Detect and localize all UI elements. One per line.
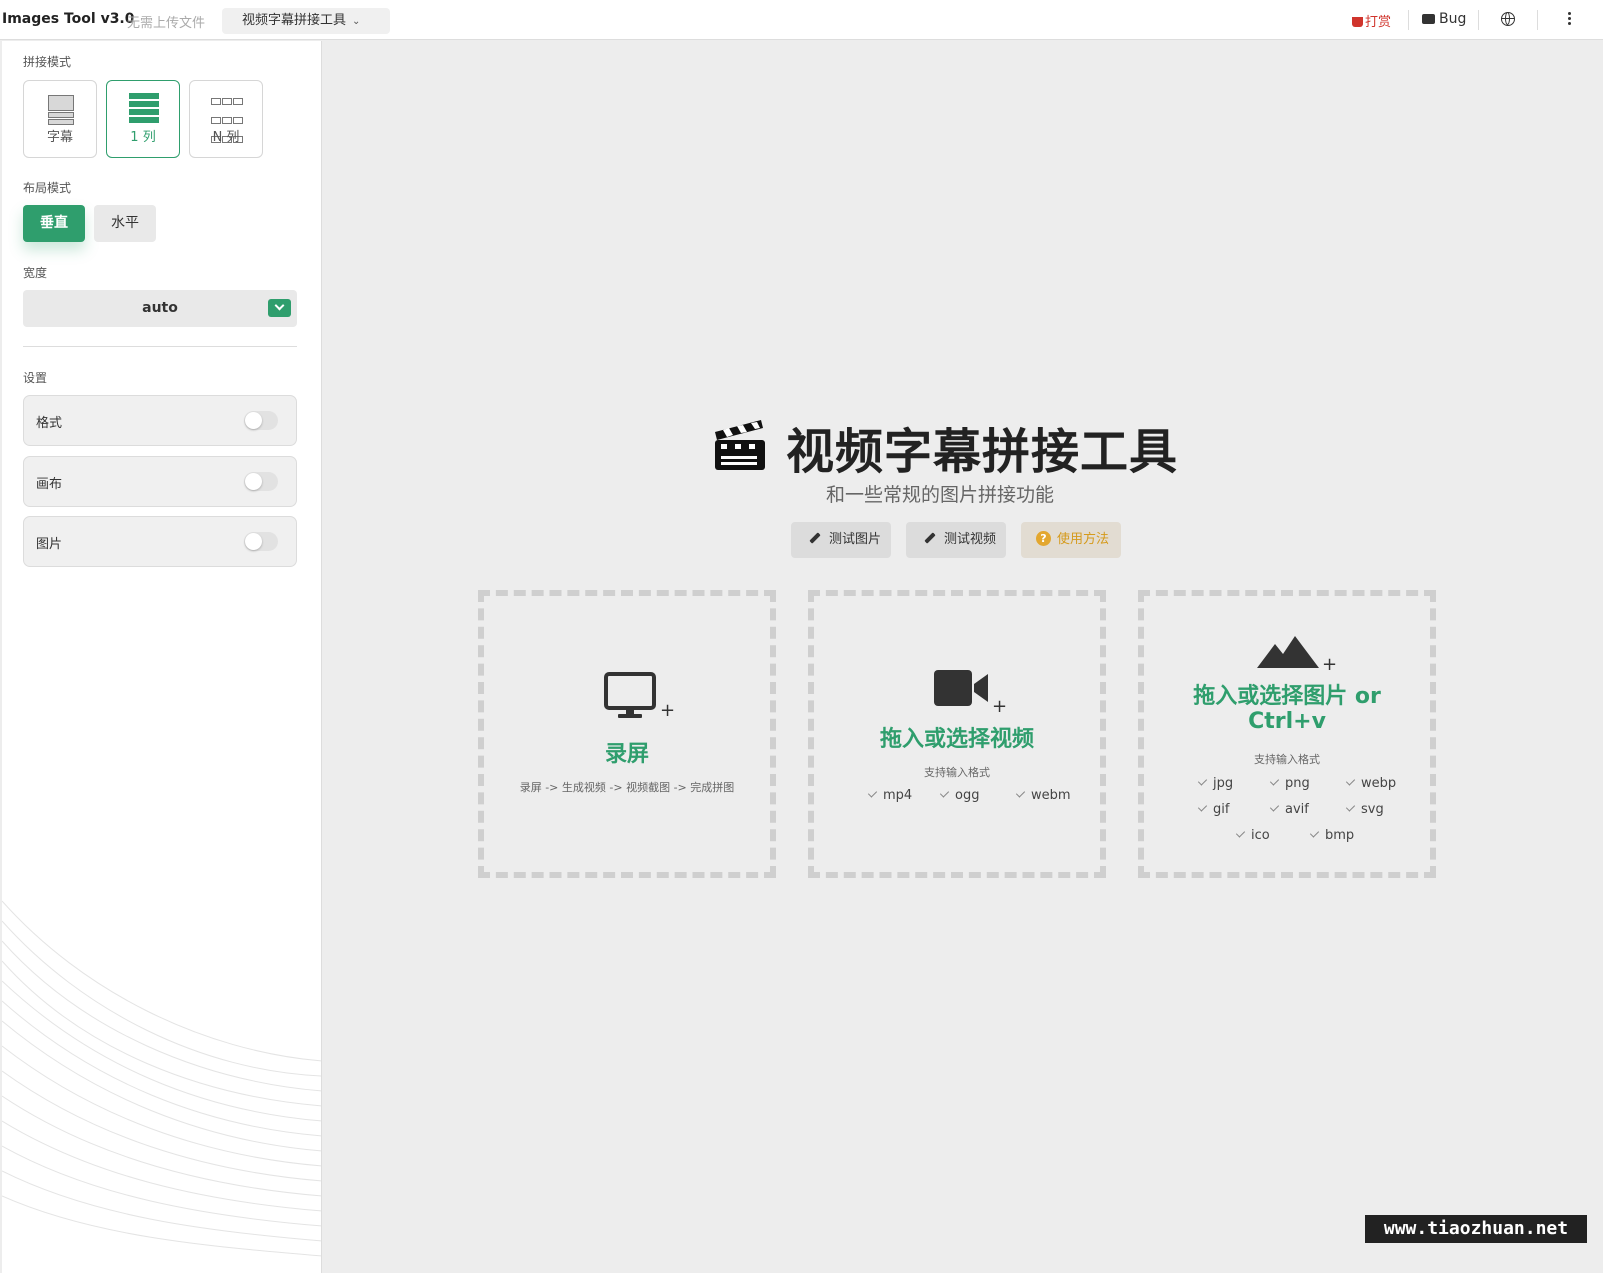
pen-icon xyxy=(924,532,936,544)
tool-selector-dropdown[interactable]: 视频字幕拼接工具 ⌄ xyxy=(222,8,390,34)
setting-label: 格式 xyxy=(36,416,63,431)
subtitle-layout-icon xyxy=(48,95,74,125)
app-subtitle: 无需上传文件 xyxy=(127,16,206,31)
check-icon xyxy=(867,788,878,798)
bug-report-button[interactable]: Bug xyxy=(1422,11,1466,27)
format-item: avif xyxy=(1269,802,1309,817)
hero-subtitle-text: 和一些常规的图片拼接功能 xyxy=(825,484,1054,506)
video-camera-icon xyxy=(934,670,988,706)
image-title-line1: 拖入或选择图片 or xyxy=(1193,684,1381,709)
mode-label: 字幕 xyxy=(46,130,73,145)
bug-label: Bug xyxy=(1439,11,1467,27)
test-image-button[interactable]: 测试图片 xyxy=(791,522,891,558)
divider xyxy=(1537,10,1538,30)
image-dropzone[interactable]: + 拖入或选择图片 or Ctrl+v 支持输入格式 jpg png webp … xyxy=(1138,590,1436,878)
usage-help-button[interactable]: ? 使用方法 xyxy=(1021,522,1121,558)
video-dropzone[interactable]: + 拖入或选择视频 支持输入格式 mp4 ogg webm xyxy=(808,590,1106,878)
help-icon: ? xyxy=(1036,531,1051,546)
app-title: Images Tool v3.0 xyxy=(2,11,135,27)
record-description: 录屏 -> 生成视频 -> 视频截图 -> 完成拼图 xyxy=(519,781,735,794)
setting-image-row[interactable]: 图片 xyxy=(23,516,297,567)
setting-format-row[interactable]: 格式 xyxy=(23,395,297,446)
divider xyxy=(1408,10,1409,30)
site-watermark: www.tiaozhuan.net xyxy=(1365,1215,1587,1243)
check-icon xyxy=(939,788,950,798)
test-video-label: 测试视频 xyxy=(944,532,997,547)
format-item: jpg xyxy=(1197,776,1233,791)
format-item: svg xyxy=(1345,802,1384,817)
format-item: ogg xyxy=(939,788,979,803)
decorative-waves xyxy=(2,900,321,1257)
check-icon xyxy=(1197,776,1208,786)
sidebar: 拼接模式 字幕 1 列 N 列 布局模式 垂直 水平 宽度 auto 设置 格式… xyxy=(2,41,322,1273)
mode-subtitle-button[interactable]: 字幕 xyxy=(23,80,97,158)
clapperboard-icon xyxy=(715,420,765,470)
donate-label: 打赏 xyxy=(1365,15,1392,30)
check-icon xyxy=(1345,802,1356,812)
check-icon xyxy=(1269,802,1280,812)
top-bar: Images Tool v3.0 无需上传文件 视频字幕拼接工具 ⌄ 打赏 Bug xyxy=(0,0,1603,40)
pen-icon xyxy=(809,532,821,544)
format-item: webp xyxy=(1345,776,1396,791)
screen-record-dropzone[interactable]: + 录屏 录屏 -> 生成视频 -> 视频截图 -> 完成拼图 xyxy=(478,590,776,878)
format-item: png xyxy=(1269,776,1310,791)
coffee-icon xyxy=(1352,17,1363,27)
mode-1-column-button[interactable]: 1 列 xyxy=(106,80,180,158)
layout-horizontal-button[interactable]: 水平 xyxy=(94,205,156,242)
chevron-down-icon xyxy=(268,299,291,317)
hero-title: 视频字幕拼接工具 xyxy=(786,424,1179,480)
image-formats-label: 支持输入格式 xyxy=(1254,753,1320,766)
width-select[interactable]: auto xyxy=(23,290,297,327)
single-column-icon xyxy=(129,93,159,125)
monitor-icon xyxy=(604,672,656,718)
layout-vertical-button[interactable]: 垂直 xyxy=(23,205,85,242)
video-formats-label: 支持输入格式 xyxy=(924,766,990,779)
setting-label: 图片 xyxy=(36,537,63,552)
check-icon xyxy=(1269,776,1280,786)
format-item: mp4 xyxy=(867,788,912,803)
donate-button[interactable]: 打赏 xyxy=(1352,11,1391,30)
plus-icon: + xyxy=(660,700,676,721)
globe-icon[interactable] xyxy=(1501,12,1515,26)
image-title: 拖入或选择图片 or Ctrl+v xyxy=(1144,684,1430,734)
width-label: 宽度 xyxy=(23,266,48,280)
check-icon xyxy=(1197,802,1208,812)
plus-icon: + xyxy=(1322,654,1338,675)
format-toggle-switch[interactable] xyxy=(244,411,278,430)
format-item: ico xyxy=(1235,828,1270,843)
record-title: 录屏 xyxy=(604,742,649,767)
format-item: gif xyxy=(1197,802,1229,817)
settings-label: 设置 xyxy=(23,371,48,385)
tool-selector-label: 视频字幕拼接工具 xyxy=(242,13,347,28)
divider xyxy=(23,346,297,347)
plus-icon: + xyxy=(992,696,1008,717)
check-icon xyxy=(1309,828,1320,838)
format-item: webm xyxy=(1015,788,1071,803)
check-icon xyxy=(1235,828,1246,838)
mode-n-column-button[interactable]: N 列 xyxy=(189,80,263,158)
usage-help-label: 使用方法 xyxy=(1057,532,1110,547)
check-icon xyxy=(1345,776,1356,786)
mode-label: 1 列 xyxy=(130,130,156,145)
layout-mode-label: 布局模式 xyxy=(23,181,72,195)
test-image-label: 测试图片 xyxy=(829,532,882,547)
mountain-image-icon xyxy=(1257,636,1319,668)
hero-subtitle: 和一些常规的图片拼接功能 xyxy=(0,480,1603,507)
width-value: auto xyxy=(142,300,178,316)
video-title: 拖入或选择视频 xyxy=(879,727,1034,752)
mode-label: N 列 xyxy=(212,130,240,145)
stitch-mode-label: 拼接模式 xyxy=(23,55,72,69)
check-icon xyxy=(1015,788,1026,798)
chevron-down-icon: ⌄ xyxy=(352,16,361,27)
image-toggle-switch[interactable] xyxy=(244,532,278,551)
format-item: bmp xyxy=(1309,828,1354,843)
message-icon xyxy=(1422,14,1435,24)
test-video-button[interactable]: 测试视频 xyxy=(906,522,1006,558)
divider xyxy=(1478,10,1479,30)
kebab-menu-icon[interactable] xyxy=(1568,10,1572,27)
image-title-line2: Ctrl+v xyxy=(1248,709,1326,734)
